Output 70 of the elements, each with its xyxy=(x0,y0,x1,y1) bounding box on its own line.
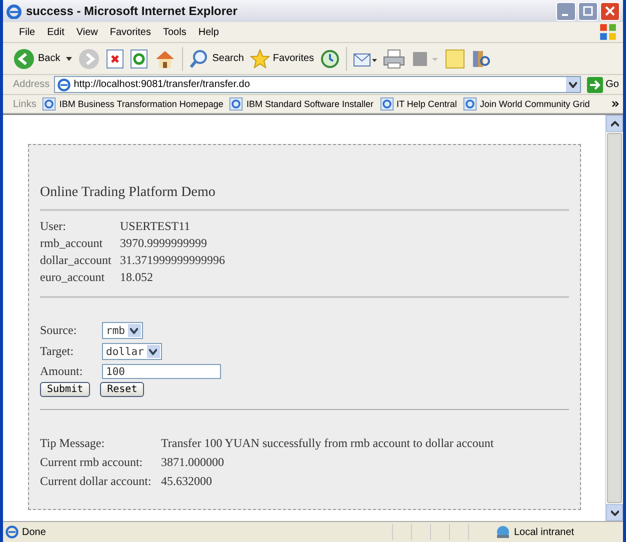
printer-icon[interactable] xyxy=(383,48,406,68)
favorites-button[interactable]: Favorites xyxy=(250,48,314,68)
windows-logo-icon xyxy=(599,23,617,41)
home-icon[interactable] xyxy=(154,48,176,68)
result-value: 3871.000000 xyxy=(161,455,225,470)
link-item[interactable]: IBM Standard Software Installer xyxy=(229,97,374,111)
field-label: Source: xyxy=(40,323,78,338)
result-value: Transfer 100 YUAN successfully from rmb account to dollar account xyxy=(161,436,494,451)
field-label: Target: xyxy=(40,344,75,359)
back-button[interactable]: Back xyxy=(13,48,60,70)
page-icon xyxy=(380,97,394,111)
refresh-icon[interactable] xyxy=(130,48,148,68)
page-icon xyxy=(5,525,19,539)
dropdown-arrow-icon[interactable] xyxy=(66,56,72,60)
link-item[interactable]: IBM Business Transformation Homepage xyxy=(42,97,224,111)
maximize-button[interactable] xyxy=(578,2,598,20)
page-icon xyxy=(42,97,56,111)
field-value: USERTEST11 xyxy=(120,219,192,234)
field-value: 31.371999999999996 xyxy=(120,253,225,268)
amount-field[interactable]: 100 xyxy=(102,364,221,379)
history-icon[interactable] xyxy=(320,48,340,68)
menu-item[interactable]: Tools xyxy=(156,24,192,40)
address-field[interactable]: http://localhost:9081/transfer/transfer.do xyxy=(54,76,581,93)
field-label: euro_account xyxy=(40,270,106,285)
field-value: 3970.9999999999 xyxy=(120,236,208,251)
close-icon xyxy=(605,6,615,16)
field-label: dollar_account xyxy=(40,253,112,268)
field-label: rmb_account xyxy=(40,236,104,251)
search-icon xyxy=(189,48,210,68)
result-label: Current dollar account: xyxy=(40,474,152,489)
form-button[interactable]: Submit xyxy=(40,382,90,397)
page-icon xyxy=(56,78,71,92)
maximize-icon xyxy=(583,6,593,16)
page-heading: Online Trading Platform Demo xyxy=(40,185,216,201)
minimize-icon xyxy=(562,14,568,16)
chevron-icon[interactable] xyxy=(612,101,619,107)
dropdown[interactable]: rmb xyxy=(102,322,143,339)
scroll-down-icon xyxy=(610,510,618,516)
vertical-scrollbar[interactable] xyxy=(605,115,623,521)
result-label: Current rmb account: xyxy=(40,455,144,470)
result-value: 45.632000 xyxy=(161,474,213,489)
menu-item[interactable]: View xyxy=(70,24,104,40)
link-item[interactable]: Join World Community Grid xyxy=(462,97,590,111)
menu-item[interactable]: Favorites xyxy=(104,24,157,40)
search-button[interactable]: Search xyxy=(189,48,244,68)
field-value: 18.052 xyxy=(120,270,154,285)
scroll-up-icon xyxy=(610,120,618,126)
field-label: Amount: xyxy=(40,364,84,379)
browser-logo-icon xyxy=(6,3,22,19)
go-button[interactable]: Go xyxy=(584,76,623,92)
field-label: User: xyxy=(40,219,67,234)
status-text: Done xyxy=(22,526,47,538)
go-arrow-icon xyxy=(586,76,603,92)
menu-item[interactable]: File xyxy=(13,24,42,40)
page-icon xyxy=(462,97,477,111)
page-icon xyxy=(229,97,244,111)
address-label: Address xyxy=(13,79,50,90)
security-zone: Local intranet xyxy=(514,526,574,538)
star-icon xyxy=(250,48,270,68)
link-item[interactable]: IT Help Central xyxy=(380,97,457,111)
links-label: Links xyxy=(13,98,36,110)
form-button[interactable]: Reset xyxy=(100,382,144,397)
menu-item[interactable]: Help xyxy=(192,24,225,40)
result-label: Tip Message: xyxy=(40,436,106,451)
stop-icon[interactable] xyxy=(106,48,124,68)
close-button[interactable] xyxy=(600,2,620,20)
dropdown[interactable]: dollar xyxy=(102,343,162,360)
minimize-button[interactable] xyxy=(556,2,576,20)
window-title: success - Microsoft Internet Explorer xyxy=(26,4,238,18)
menu-item[interactable]: Edit xyxy=(41,24,70,40)
